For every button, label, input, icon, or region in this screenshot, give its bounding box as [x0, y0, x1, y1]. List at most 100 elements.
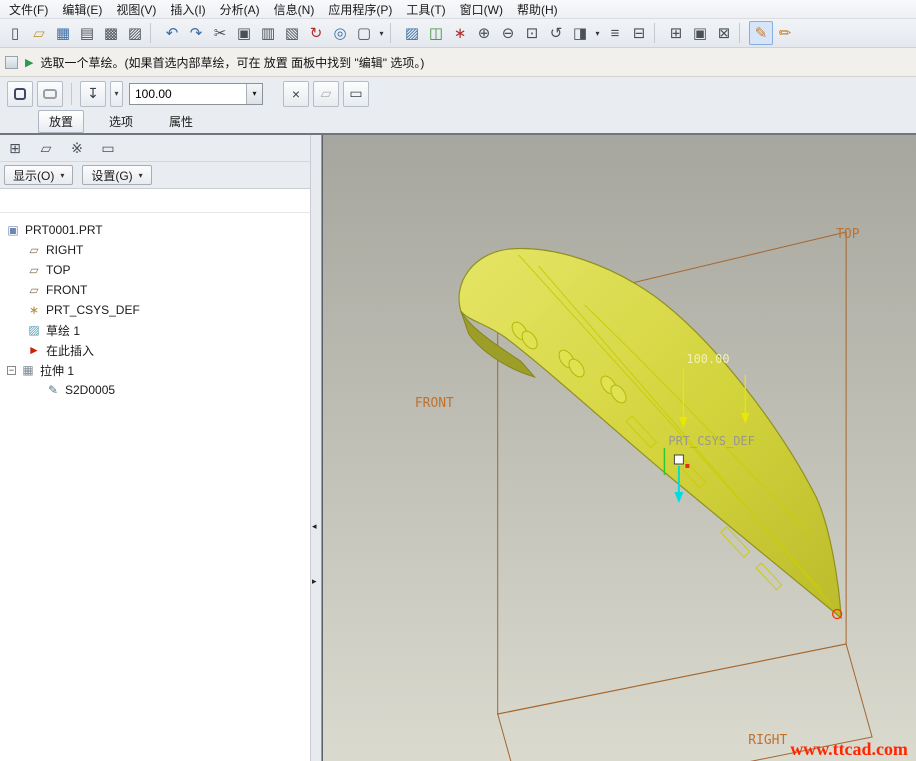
selection-filter-icon[interactable]: ▢ [352, 21, 376, 45]
sketch-feature-icon: ✎ [46, 383, 60, 397]
csys-label[interactable]: PRT_CSYS_DEF [668, 434, 754, 448]
print-icon[interactable]: ▤ [75, 21, 99, 45]
menu-item[interactable]: 视图(V) [109, 0, 163, 19]
selection-filter-caret[interactable]: ▾ [376, 21, 387, 45]
tree-item-front-plane[interactable]: ▱ FRONT [0, 280, 310, 300]
toolbar-separator[interactable] [739, 23, 746, 43]
toolbar-separator[interactable] [654, 23, 661, 43]
menu-item[interactable]: 信息(N) [267, 0, 322, 19]
tree-item-top-plane[interactable]: ▱ TOP [0, 260, 310, 280]
datum-axis-display-icon[interactable]: ∗ [448, 21, 472, 45]
tree-item-extrude-1[interactable]: − ▦ 拉伸 1 [0, 360, 310, 380]
tree-settings-dropdown[interactable]: 设置(G) ▾ [82, 165, 151, 185]
thicken-button[interactable]: ▭ [343, 81, 369, 107]
tree-item-label: PRT0001.PRT [25, 223, 103, 237]
depth-value-caret[interactable]: ▾ [246, 84, 262, 104]
save-icon[interactable]: ▦ [51, 21, 75, 45]
menu-item[interactable]: 分析(A) [213, 0, 267, 19]
delete-icon[interactable]: ▨ [123, 21, 147, 45]
icon-glyph: ▨ [128, 24, 142, 42]
close-window-icon[interactable]: ⊠ [712, 21, 736, 45]
toolbar-separator[interactable] [150, 23, 157, 43]
refit-icon[interactable]: ⊡ [520, 21, 544, 45]
wing-surface[interactable] [459, 248, 841, 618]
menu-item[interactable]: 插入(I) [163, 0, 212, 19]
depth-value-input[interactable] [130, 84, 246, 104]
menu-item[interactable]: 编辑(E) [55, 0, 109, 19]
top-plane-label[interactable]: TOP [836, 227, 860, 242]
graphics-viewport[interactable]: 100.00 PRT_CSYS_DEF [322, 135, 916, 761]
menu-item[interactable]: 应用程序(P) [321, 0, 399, 19]
tree-item-sketch-1[interactable]: ▨ 草绘 1 [0, 320, 310, 340]
icon-glyph: ◫ [429, 24, 443, 42]
panel-splitter[interactable]: ◂ ▸ [310, 135, 322, 761]
tree-header-strip [0, 189, 310, 213]
remove-material-button[interactable]: ▱ [313, 81, 339, 107]
menu-item[interactable]: 帮助(H) [510, 0, 565, 19]
view-manager-icon[interactable]: ⊟ [627, 21, 651, 45]
toolbar-separator[interactable] [390, 23, 397, 43]
sketch-collector-button[interactable] [7, 81, 33, 107]
tree-item-insert-here[interactable]: ► 在此插入 [0, 340, 310, 360]
icon-glyph: ▭ [101, 140, 114, 157]
tree-item-csys[interactable]: ∗ PRT_CSYS_DEF [0, 300, 310, 320]
layers-icon[interactable]: ≡ [603, 21, 627, 45]
tree-item-s2d0005[interactable]: ✎ S2D0005 [0, 380, 310, 400]
new-window-icon[interactable]: ▣ [688, 21, 712, 45]
insert-here-icon: ► [27, 343, 41, 357]
reorient-icon[interactable]: ↺ [544, 21, 568, 45]
prompt-bubble-button[interactable] [37, 81, 63, 107]
tree-settings-label: 设置(G) [91, 167, 132, 184]
sketch-tool-icon[interactable]: ▨ [400, 21, 424, 45]
depth-type-caret[interactable]: ▾ [110, 81, 123, 107]
datum-plane-display-icon[interactable]: ◫ [424, 21, 448, 45]
activate-window-icon[interactable]: ⊞ [664, 21, 688, 45]
zoom-in-icon[interactable]: ⊕ [472, 21, 496, 45]
saved-views-caret[interactable]: ▾ [592, 21, 603, 45]
model-tree-icon[interactable]: ⊞ [4, 137, 26, 159]
icon-glyph: ▾ [595, 29, 599, 38]
right-plane-label[interactable]: RIGHT [748, 733, 787, 748]
annotation-icon[interactable]: ✎ [749, 21, 773, 45]
saved-views-icon[interactable]: ◨ [568, 21, 592, 45]
menu-item[interactable]: 工具(T) [399, 0, 452, 19]
collapse-toggle[interactable]: − [7, 366, 16, 375]
icon-glyph: ⊞ [9, 140, 21, 157]
3d-scene[interactable]: 100.00 PRT_CSYS_DEF [323, 135, 916, 761]
tree-item-right-plane[interactable]: ▱ RIGHT [0, 240, 310, 260]
copy-icon[interactable]: ▣ [232, 21, 256, 45]
menu-item[interactable]: 文件(F) [2, 0, 55, 19]
find-icon[interactable]: ◎ [328, 21, 352, 45]
paste-icon[interactable]: ▥ [256, 21, 280, 45]
tree-show-dropdown[interactable]: 显示(O) ▾ [4, 165, 73, 185]
front-plane-label[interactable]: FRONT [415, 396, 454, 411]
collapse-left-icon[interactable]: ◂ [312, 521, 317, 532]
icon-glyph: ▣ [693, 24, 707, 42]
favorites-icon[interactable]: ※ [66, 137, 88, 159]
tree-item-part[interactable]: ▣ PRT0001.PRT [0, 220, 310, 240]
undo-icon[interactable]: ↶ [160, 21, 184, 45]
flip-direction-button[interactable]: × [283, 81, 309, 107]
dashboard-tab[interactable]: 属性 [158, 110, 204, 133]
folder-browser-icon[interactable]: ▱ [35, 137, 57, 159]
paste-special-icon[interactable]: ▧ [280, 21, 304, 45]
dashboard-tab[interactable]: 选项 [98, 110, 144, 133]
icon-glyph: ↺ [550, 24, 563, 42]
sketcher-icon[interactable]: ✏ [773, 21, 797, 45]
wing-model[interactable] [459, 248, 841, 618]
open-file-icon[interactable]: ▱ [27, 21, 51, 45]
drag-handle[interactable] [674, 455, 683, 464]
regenerate-icon[interactable]: ↻ [304, 21, 328, 45]
erase-display-icon[interactable]: ▩ [99, 21, 123, 45]
cut-icon[interactable]: ✂ [208, 21, 232, 45]
new-file-icon[interactable]: ▯ [3, 21, 27, 45]
dashboard-tab[interactable]: 放置 [38, 110, 84, 133]
zoom-out-icon[interactable]: ⊖ [496, 21, 520, 45]
menu-item[interactable]: 窗口(W) [453, 0, 510, 19]
chevron-down-icon: ▾ [139, 171, 143, 180]
depth-type-button[interactable]: ↧ [80, 81, 106, 107]
expand-right-icon[interactable]: ▸ [312, 576, 317, 587]
history-icon[interactable]: ▭ [97, 137, 119, 159]
model-tree-panel: ⊞▱※▭ 显示(O) ▾ 设置(G) ▾ ▣ PRT0001.PRT ▱ [0, 135, 310, 761]
redo-icon[interactable]: ↷ [184, 21, 208, 45]
